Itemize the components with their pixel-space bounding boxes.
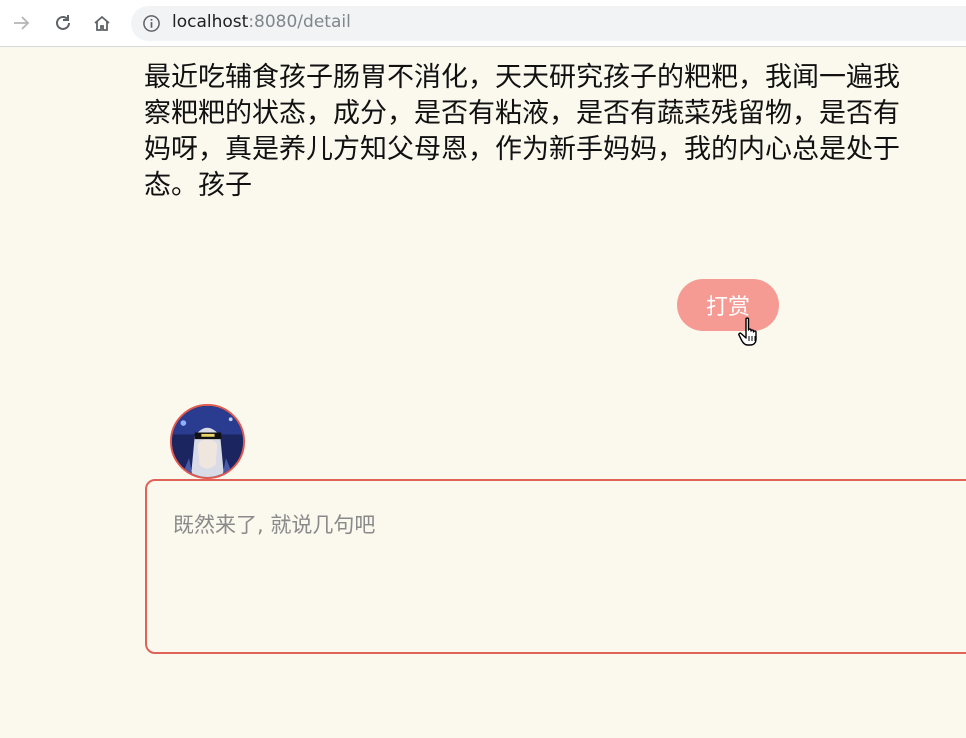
article-line: 态。孩子: [144, 170, 252, 201]
article-body: 最近吃辅食孩子肠胃不消化，天天研究孩子的粑粑，我闻一遍我 察粑粑的状态，成分，是…: [144, 60, 966, 204]
home-icon[interactable]: [89, 10, 115, 36]
comment-input[interactable]: [145, 479, 966, 654]
article-line: 最近吃辅食孩子肠胃不消化，天天研究孩子的粑粑，我闻一遍我: [144, 62, 900, 93]
hand-cursor-icon: [738, 316, 764, 348]
info-icon[interactable]: [142, 14, 161, 33]
browser-toolbar: localhost:8080/detail: [0, 0, 966, 47]
url-path: :8080/detail: [248, 12, 351, 32]
url-text[interactable]: localhost:8080/detail: [172, 12, 351, 32]
url-host: localhost: [172, 12, 249, 32]
forward-icon[interactable]: [8, 10, 34, 36]
reload-icon[interactable]: [50, 10, 76, 36]
article-line: 妈呀，真是养儿方知父母恩，作为新手妈妈，我的内心总是处于: [144, 134, 900, 165]
avatar[interactable]: [170, 404, 245, 479]
article-line: 察粑粑的状态，成分，是否有粘液，是否有蔬菜残留物，是否有: [144, 98, 900, 129]
address-bar[interactable]: localhost:8080/detail: [131, 6, 966, 41]
